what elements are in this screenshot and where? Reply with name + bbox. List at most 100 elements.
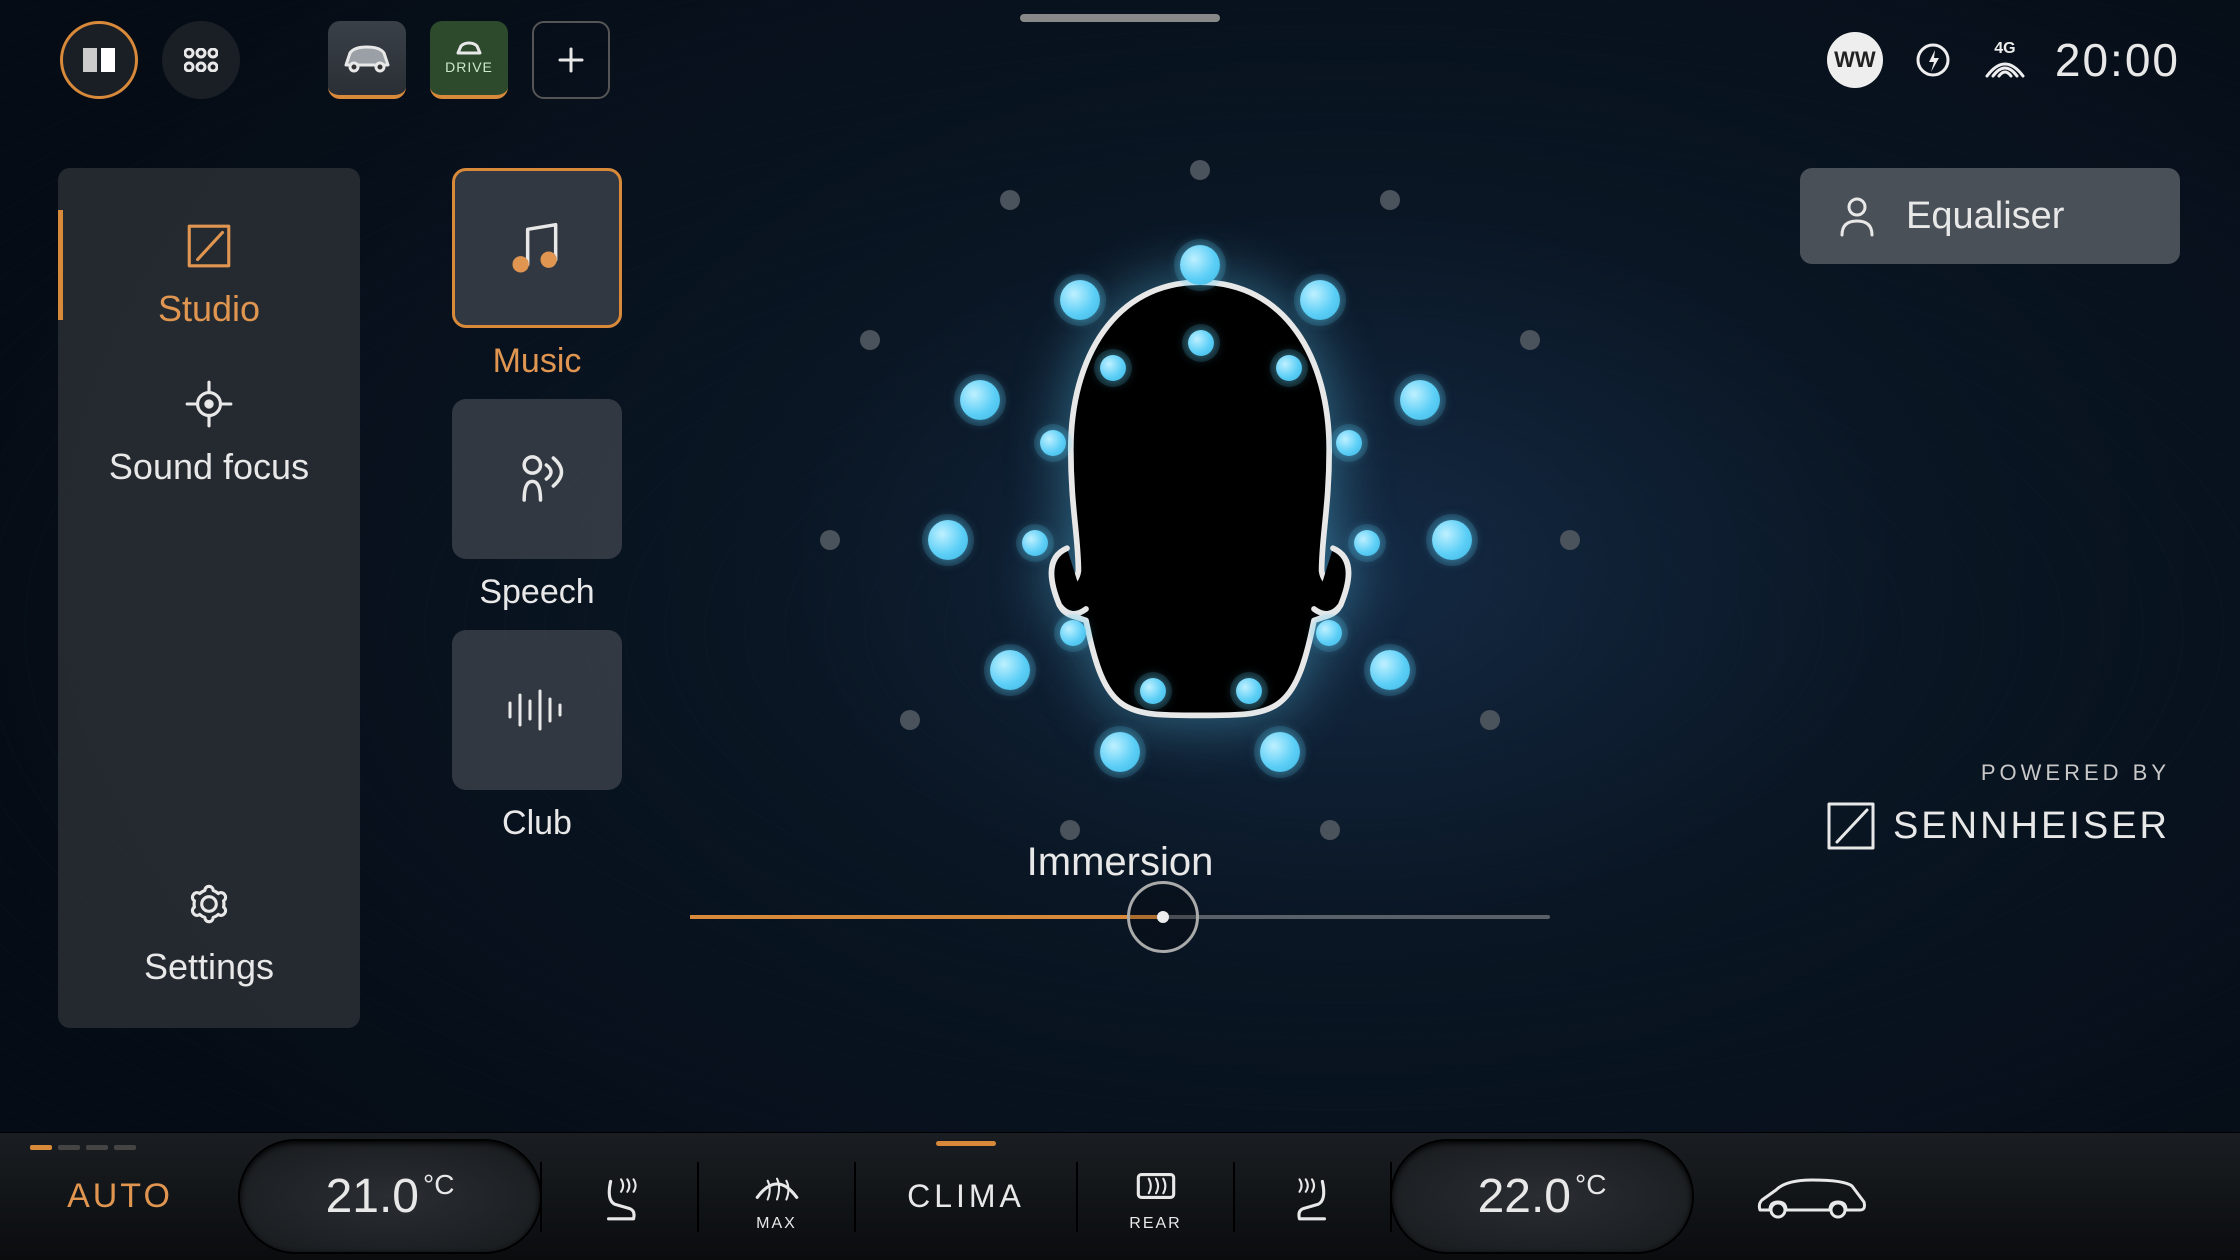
speaker-dot [1060, 620, 1086, 646]
speaker-dot [1140, 678, 1166, 704]
left-temp-value: 21.0 [326, 1170, 419, 1223]
vehicle-app-button[interactable] [328, 21, 406, 99]
sidebar-item-studio[interactable]: Studio [58, 196, 360, 354]
seat-heat-left-button[interactable] [542, 1133, 697, 1260]
rear-defrost-icon [1130, 1161, 1182, 1213]
right-temp-control[interactable]: 22.0°C [1392, 1133, 1692, 1260]
person-icon [1834, 193, 1880, 239]
speaker-dot [1316, 620, 1342, 646]
speaker-dot [1180, 245, 1220, 285]
speaker-dot [1000, 190, 1020, 210]
sidebar-item-label: Settings [144, 946, 274, 988]
sidebar: Studio Sound focus Settings [58, 168, 360, 1028]
rear-defrost-label: REAR [1129, 1215, 1181, 1233]
wireless-charging-icon [1911, 38, 1955, 82]
preset-label: Club [502, 804, 572, 843]
preset-music[interactable]: Music [432, 168, 642, 381]
brand-subtitle: POWERED BY [1825, 760, 2170, 786]
top-bar: DRIVE WW 4G 20:00 [0, 0, 2240, 120]
equaliser-label: Equaliser [1906, 195, 2064, 238]
speaker-dot [1320, 820, 1340, 840]
clock: 20:00 [2055, 33, 2180, 87]
left-temp-unit: °C [423, 1169, 454, 1200]
drive-mode-button[interactable]: DRIVE [430, 21, 508, 99]
speaker-dot [1022, 530, 1048, 556]
immersion-label: Immersion [1027, 840, 1214, 885]
speaker-dot [1188, 330, 1214, 356]
preset-speech[interactable]: Speech [432, 399, 642, 612]
apps-grid-icon [184, 48, 218, 72]
speaker-dot [1040, 430, 1066, 456]
sidebar-item-sound-focus[interactable]: Sound focus [58, 354, 360, 512]
preset-list: Music Speech Club [432, 168, 642, 843]
seat-heat-right-button[interactable] [1235, 1133, 1390, 1260]
slider-rest [1163, 915, 1550, 919]
clima-label: CLIMA [907, 1178, 1025, 1215]
sidebar-item-settings[interactable]: Settings [58, 854, 360, 1028]
cellular-signal-icon: 4G [1983, 38, 2027, 82]
speaker-dot [1336, 430, 1362, 456]
preset-club[interactable]: Club [432, 630, 642, 843]
speaker-dot [960, 380, 1000, 420]
home-layout-button[interactable] [60, 21, 138, 99]
speaker-dot [1300, 280, 1340, 320]
profile-badge[interactable]: WW [1827, 32, 1883, 88]
brand-attribution: POWERED BY SENNHEISER [1825, 760, 2170, 852]
front-defrost-label: MAX [756, 1215, 797, 1233]
brand-name: SENNHEISER [1893, 805, 2170, 848]
immersion-visualisation [760, 130, 1640, 890]
preset-label: Speech [479, 573, 594, 612]
right-temp-unit: °C [1575, 1169, 1606, 1200]
slider-thumb[interactable] [1127, 881, 1199, 953]
speaker-dot [860, 330, 880, 350]
speaker-dot [1060, 820, 1080, 840]
apps-grid-button[interactable] [162, 21, 240, 99]
fan-level-indicator [30, 1145, 136, 1150]
seat-heat-icon [1287, 1171, 1339, 1223]
status-area: WW 4G 20:00 [1827, 32, 2180, 88]
speaker-dot [1190, 160, 1210, 180]
vehicle-status-button[interactable] [1692, 1133, 1932, 1260]
right-temp-value: 22.0 [1478, 1170, 1571, 1223]
music-note-icon [502, 213, 572, 283]
speaker-dot [1560, 530, 1580, 550]
speaker-dot [1380, 190, 1400, 210]
target-icon [183, 378, 235, 430]
speaker-dot [1236, 678, 1262, 704]
speaker-dot [990, 650, 1030, 690]
climate-auto-button[interactable]: AUTO [0, 1133, 240, 1260]
preset-label: Music [493, 342, 582, 381]
plus-icon [556, 45, 586, 75]
front-defrost-button[interactable]: MAX [699, 1133, 854, 1260]
speaker-dot [1060, 280, 1100, 320]
slider-fill [690, 915, 1163, 919]
speaker-dot [928, 520, 968, 560]
drive-car-icon [454, 41, 484, 57]
seat-heat-icon [594, 1171, 646, 1223]
rear-defrost-button[interactable]: REAR [1078, 1133, 1233, 1260]
speaker-dot [1100, 355, 1126, 381]
speaker-dot [900, 710, 920, 730]
immersion-control: Immersion [670, 840, 1570, 919]
climate-bar: AUTO 21.0°C MAX CLIMA [0, 1132, 2240, 1260]
add-app-button[interactable] [532, 21, 610, 99]
car-side-icon [1752, 1172, 1872, 1222]
split-view-icon [81, 46, 117, 74]
equaliser-button[interactable]: Equaliser [1800, 168, 2180, 264]
climate-menu-button[interactable]: CLIMA [856, 1133, 1076, 1260]
front-defrost-icon [751, 1161, 803, 1213]
speaker-dot [1100, 732, 1140, 772]
gear-icon [183, 878, 235, 930]
speaker-dot [820, 530, 840, 550]
car-icon [340, 43, 394, 73]
sennheiser-logo-icon [1825, 800, 1877, 852]
speaker-dot [1354, 530, 1380, 556]
sennheiser-square-icon [183, 220, 235, 272]
speaker-dot [1480, 710, 1500, 730]
speaker-dot [1520, 330, 1540, 350]
speaker-dot [1370, 650, 1410, 690]
drive-mode-label: DRIVE [445, 59, 493, 75]
left-temp-control[interactable]: 21.0°C [240, 1133, 540, 1260]
speaker-dot [1432, 520, 1472, 560]
immersion-slider[interactable] [690, 915, 1550, 919]
